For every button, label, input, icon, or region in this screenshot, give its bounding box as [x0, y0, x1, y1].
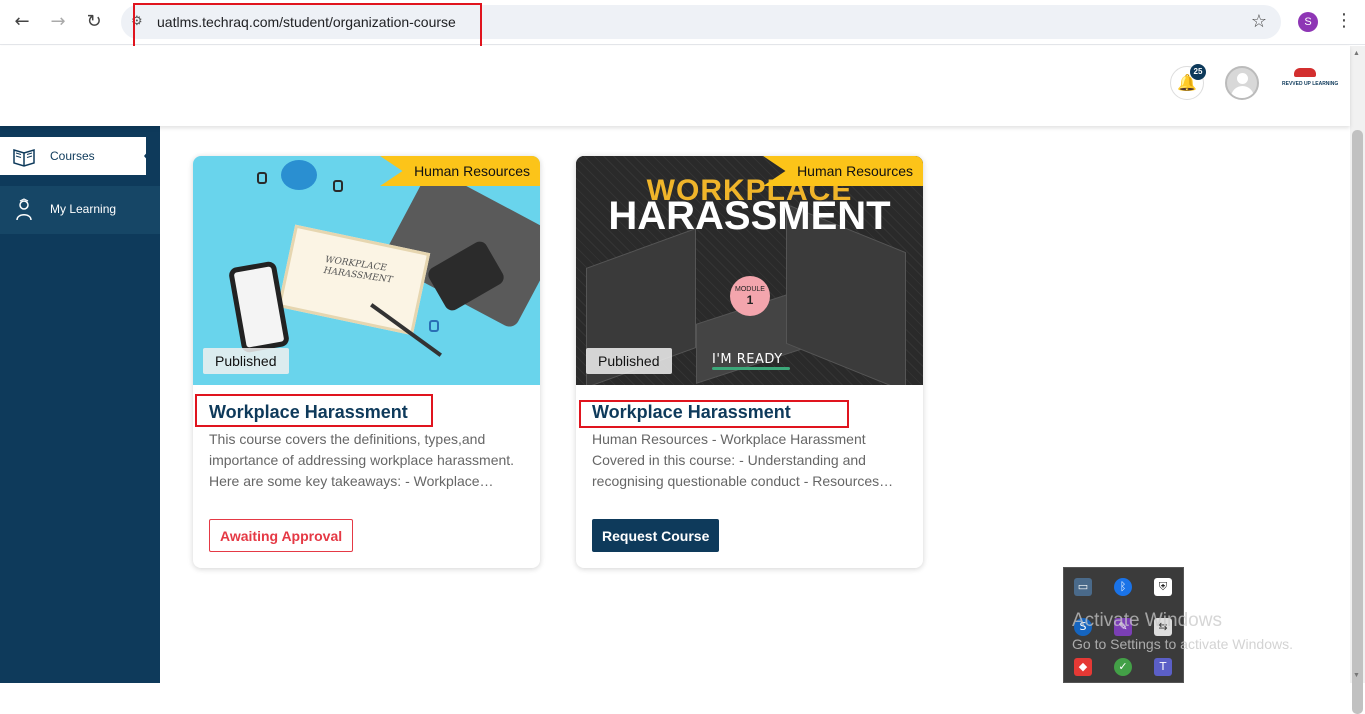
tagline-underline	[712, 367, 790, 370]
check-icon[interactable]: ✓	[1114, 658, 1132, 676]
annotation-title-box	[579, 400, 849, 428]
brand-text: REVVED UP LEARNING	[1282, 81, 1339, 87]
module-label: MODULE	[735, 286, 765, 293]
status-badge: Published	[586, 348, 672, 374]
course-card[interactable]: WORKPLACE HARASSMENT MODULE 1 I'M READY …	[576, 156, 923, 568]
binder-clip-shape	[333, 180, 343, 192]
avatar-head-icon	[1237, 73, 1248, 84]
thumbnail-title-line2: HARASSMENT	[608, 194, 891, 238]
course-thumbnail[interactable]: WORKPLACE HARASSMENT MODULE 1 I'M READY …	[576, 156, 923, 385]
anydesk-icon[interactable]: ◆	[1074, 658, 1092, 676]
awaiting-approval-button[interactable]: Awaiting Approval	[209, 519, 354, 552]
course-card[interactable]: WORKPLACE HARASSMENT Human Resources Publ…	[193, 156, 540, 568]
activate-windows-title: Activate Windows	[1072, 610, 1222, 631]
sidebar-item-my-learning[interactable]: My Learning	[0, 186, 160, 234]
category-ribbon: Human Resources	[763, 156, 923, 186]
handwritten-text: WORKPLACE HARASSMENT	[322, 255, 394, 286]
category-ribbon: Human Resources	[380, 156, 540, 186]
course-description: This course covers the definitions, type…	[209, 431, 515, 489]
learner-icon	[16, 198, 32, 221]
book-icon	[13, 148, 35, 167]
security-shield-icon[interactable]: ⛨	[1154, 578, 1172, 596]
app-header: 🔔 25 REVVED UP LEARNING	[0, 46, 1350, 126]
module-number: 1	[746, 293, 754, 307]
annotation-url-box	[133, 3, 482, 48]
active-indicator-arrow	[144, 137, 160, 175]
scroll-up-icon[interactable]: ▲	[1353, 50, 1360, 57]
user-avatar[interactable]	[1225, 66, 1259, 100]
sidebar: Courses My Learning	[0, 126, 160, 683]
activate-windows-subtitle: Go to Settings to activate Windows.	[1072, 636, 1293, 652]
teams-icon[interactable]: T	[1154, 658, 1172, 676]
stapler-blue-shape	[281, 160, 317, 190]
reload-icon[interactable]: ↻	[82, 10, 106, 34]
monitor-icon[interactable]: ▭	[1074, 578, 1092, 596]
course-description: Human Resources - Workplace Harassment C…	[592, 431, 894, 489]
notification-badge: 25	[1190, 64, 1206, 80]
sidebar-item-label: My Learning	[50, 202, 117, 216]
module-badge: MODULE 1	[730, 276, 770, 316]
forward-icon[interactable]: →	[46, 10, 70, 34]
scrollbar-thumb[interactable]	[1352, 130, 1363, 714]
kebab-menu-icon[interactable]: ⋮	[1335, 10, 1353, 31]
avatar-body-icon	[1231, 86, 1254, 98]
brand-logo[interactable]: REVVED UP LEARNING	[1282, 68, 1338, 94]
page-scrollbar[interactable]: ▲ ▼	[1350, 46, 1365, 714]
binder-clip-shape	[257, 172, 267, 184]
thumbnail-tagline: I'M READY	[712, 352, 783, 367]
sidebar-item-courses[interactable]: Courses	[0, 137, 146, 175]
bookmark-star-icon[interactable]: ☆	[1251, 11, 1267, 32]
bluetooth-icon[interactable]: ᛒ	[1114, 578, 1132, 596]
profile-avatar[interactable]: S	[1298, 12, 1318, 32]
back-icon[interactable]: ←	[10, 10, 34, 34]
car-logo-icon	[1294, 68, 1316, 77]
phone-shape	[227, 260, 291, 354]
course-thumbnail[interactable]: WORKPLACE HARASSMENT Human Resources Publ…	[193, 156, 540, 385]
annotation-title-box	[195, 394, 433, 427]
paperclip-shape	[429, 320, 439, 332]
status-badge: Published	[203, 348, 289, 374]
request-course-button[interactable]: Request Course	[592, 519, 720, 552]
scroll-down-icon[interactable]: ▼	[1353, 672, 1360, 679]
sidebar-item-label: Courses	[50, 149, 95, 163]
